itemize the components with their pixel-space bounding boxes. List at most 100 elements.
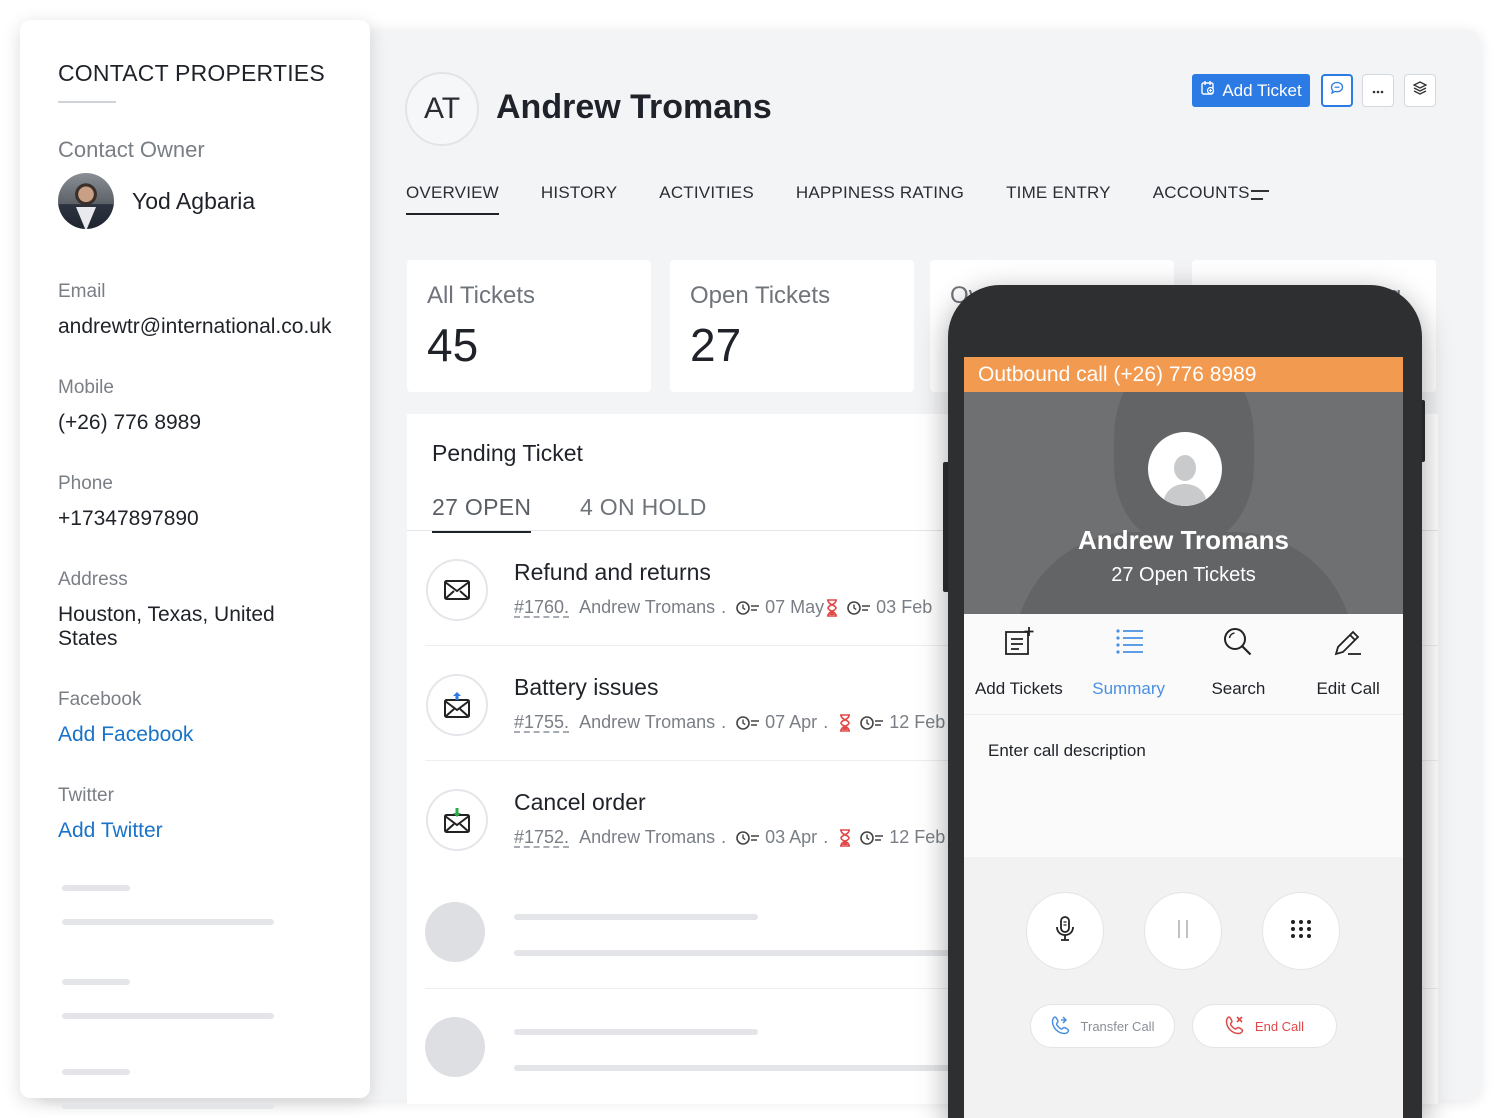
action-label: Search — [1211, 679, 1266, 698]
summary-action[interactable]: Summary — [1074, 614, 1184, 714]
more-options-button[interactable] — [1362, 74, 1394, 107]
stat-label: Open Tickets — [690, 282, 831, 309]
ticket-date: 12 Feb — [889, 712, 946, 732]
tab-activities[interactable]: ACTIVITIES — [659, 183, 754, 215]
add-twitter-link[interactable]: Add Twitter — [58, 819, 332, 843]
hourglass-icon — [839, 713, 851, 732]
ticket-date: 12 Feb — [889, 827, 946, 847]
stat-value: 45 — [427, 319, 479, 371]
softphone-screen: Outbound call (+26) 776 8989 Andrew Trom… — [964, 357, 1403, 1118]
tab-overview[interactable]: OVERVIEW — [406, 183, 499, 215]
search-action[interactable]: Search — [1184, 614, 1294, 714]
stat-label: All Tickets — [427, 282, 536, 309]
stat-all-tickets[interactable]: All Tickets 45 — [407, 260, 651, 392]
contact-initials-avatar: AT — [405, 72, 479, 146]
pencil-icon — [1332, 626, 1364, 663]
ticket-id[interactable]: #1755. — [514, 712, 569, 733]
transfer-call-icon — [1051, 1015, 1071, 1038]
due-clock-icon — [735, 600, 761, 616]
phone-field: Phone +17347897890 — [58, 473, 332, 531]
placeholder-line — [62, 919, 274, 925]
chat-icon — [1329, 80, 1345, 101]
tab-open[interactable]: 27 OPEN — [432, 494, 532, 533]
ellipsis-icon — [1370, 82, 1386, 100]
mute-button[interactable] — [1026, 892, 1104, 970]
created-clock-icon — [846, 600, 872, 616]
ticket-title[interactable]: Battery issues — [514, 674, 658, 701]
placeholder-avatar — [425, 1017, 485, 1077]
owner-avatar — [58, 173, 114, 229]
hold-button[interactable] — [1144, 892, 1222, 970]
sidebar-title-underline — [58, 101, 116, 103]
ticket-date: 07 Apr — [765, 712, 818, 732]
caller-avatar-icon — [1148, 432, 1222, 506]
email-label: Email — [58, 281, 106, 302]
phone-label: Phone — [58, 473, 113, 494]
ticket-contact: Andrew Tromans — [579, 827, 716, 847]
contact-properties-sidebar: CONTACT PROPERTIES Contact Owner Yod Agb… — [20, 20, 370, 1109]
phone-value[interactable]: +17347897890 — [58, 507, 332, 531]
menu-icon — [1250, 189, 1270, 206]
placeholder-line — [514, 950, 974, 956]
end-call-button[interactable]: End Call — [1192, 1004, 1337, 1048]
transfer-call-button[interactable]: Transfer Call — [1030, 1004, 1175, 1048]
ticket-title[interactable]: Refund and returns — [514, 559, 711, 586]
tab-time-entry[interactable]: TIME ENTRY — [1006, 183, 1111, 215]
pending-ticket-title: Pending Ticket — [432, 440, 583, 466]
tab-happiness-rating[interactable]: HAPPINESS RATING — [796, 183, 964, 215]
stat-open-tickets[interactable]: Open Tickets 27 — [670, 260, 914, 392]
ticket-date: 03 Apr — [765, 827, 818, 847]
ticket-id[interactable]: #1760. — [514, 597, 569, 618]
email-reply-icon — [426, 674, 488, 736]
tab-history[interactable]: HISTORY — [541, 183, 617, 215]
end-call-icon — [1225, 1015, 1245, 1038]
call-description-input[interactable]: Enter call description — [964, 714, 1403, 857]
created-clock-icon — [859, 830, 885, 846]
hourglass-icon — [839, 828, 851, 847]
call-status-bar: Outbound call (+26) 776 8989 — [964, 357, 1403, 392]
placeholder-line — [62, 1103, 274, 1109]
ticket-meta: #1752. Andrew Tromans . 03 Apr . 12 Feb — [514, 827, 945, 848]
contact-owner[interactable]: Yod Agbaria — [58, 173, 332, 229]
tab-accounts[interactable]: ACCOUNTS — [1153, 183, 1250, 215]
add-facebook-link[interactable]: Add Facebook — [58, 723, 332, 747]
contact-owner-label: Contact Owner — [58, 137, 205, 162]
meta-separator: . — [721, 712, 727, 732]
meta-separator: . — [721, 597, 727, 617]
mobile-value[interactable]: (+26) 776 8989 — [58, 411, 332, 435]
add-ticket-icon — [1200, 80, 1216, 101]
dialpad-icon — [1289, 919, 1313, 944]
caller-name: Andrew Tromans — [1078, 525, 1289, 555]
call-controls: Transfer Call End Call — [964, 857, 1403, 1118]
call-actions: Add Tickets Summary Search Edit Call — [964, 614, 1403, 714]
ticket-date: 03 Feb — [876, 597, 933, 617]
add-ticket-button[interactable]: Add Ticket — [1192, 74, 1310, 107]
pause-icon — [1175, 917, 1191, 946]
edit-call-action[interactable]: Edit Call — [1293, 614, 1403, 714]
due-clock-icon — [735, 830, 761, 846]
mobile-field: Mobile (+26) 776 8989 — [58, 377, 332, 435]
tab-on-hold[interactable]: 4 ON HOLD — [580, 494, 707, 531]
softphone-device: Outbound call (+26) 776 8989 Andrew Trom… — [948, 285, 1422, 1118]
keypad-button[interactable] — [1262, 892, 1340, 970]
ticket-date: 07 May — [765, 597, 825, 617]
placeholder-line — [62, 885, 130, 891]
meta-separator: . — [823, 712, 829, 732]
created-clock-icon — [859, 715, 885, 731]
email-field: Email andrewtr@international.co.uk — [58, 281, 332, 339]
tabs-menu-button[interactable] — [1250, 188, 1270, 207]
email-icon — [426, 559, 488, 621]
ticket-title[interactable]: Cancel order — [514, 789, 646, 816]
hourglass-icon — [826, 598, 838, 617]
layers-button[interactable] — [1404, 74, 1436, 107]
placeholder-line — [514, 914, 758, 920]
add-tickets-action[interactable]: Add Tickets — [964, 614, 1074, 714]
stat-value: 27 — [690, 319, 742, 371]
ticket-contact: Andrew Tromans — [579, 597, 716, 617]
email-value[interactable]: andrewtr@international.co.uk — [58, 315, 332, 339]
ticket-meta: #1760. Andrew Tromans . 07 May 03 Feb — [514, 597, 932, 618]
chat-button[interactable] — [1321, 74, 1353, 107]
contact-name: Andrew Tromans — [496, 88, 772, 126]
ticket-id[interactable]: #1752. — [514, 827, 569, 848]
action-label: Summary — [1092, 679, 1165, 698]
